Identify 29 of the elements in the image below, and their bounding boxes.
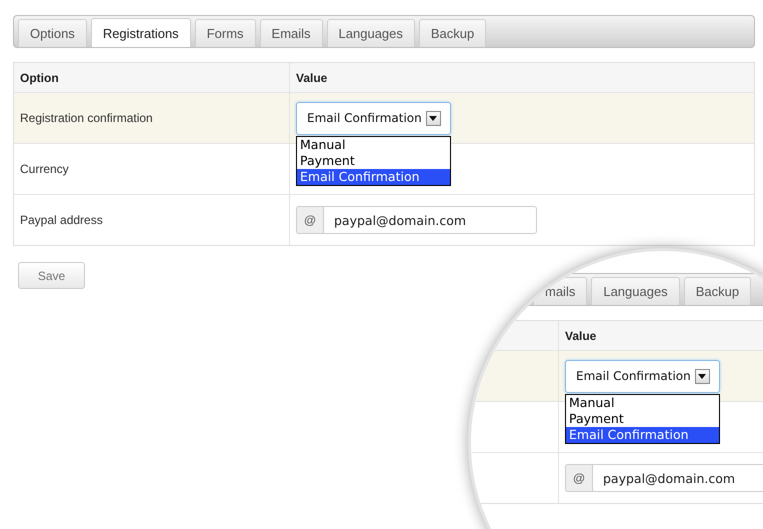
caret-icon (426, 110, 441, 126)
input-field[interactable]: paypal@domain.com (592, 464, 763, 492)
option-label: Paypal address (20, 213, 103, 227)
option-label: Currency (20, 162, 69, 176)
dropdown-option[interactable]: Email Confirmation (297, 168, 450, 184)
tab[interactable]: Options (18, 19, 87, 47)
column-header: Value (295, 70, 328, 86)
dropdown-option[interactable]: Email Confirmation (566, 426, 719, 442)
tab[interactable]: mails (533, 277, 588, 305)
tab[interactable]: Languages (591, 277, 680, 305)
dropdown-option[interactable]: Payment (566, 410, 719, 426)
input-addon: @ (565, 464, 592, 492)
dropdown-select[interactable]: Email Confirmation (296, 102, 451, 134)
dropdown-option[interactable]: Manual (566, 394, 719, 410)
option-label: Registration confirmation (20, 111, 153, 125)
column-header: Value (564, 328, 598, 344)
tab[interactable]: Registrations (90, 18, 191, 47)
tab[interactable]: Backup (684, 277, 752, 305)
tab[interactable]: Forms (194, 19, 256, 47)
tab[interactable]: Languages (326, 19, 415, 47)
caret-icon (694, 368, 710, 384)
save-button[interactable]: Save (18, 262, 85, 289)
tab[interactable]: Backup (418, 19, 486, 47)
dropdown-option[interactable]: Manual (297, 136, 450, 152)
dropdown-option[interactable]: Payment (297, 152, 450, 168)
input-addon: @ (296, 206, 323, 234)
input-field[interactable]: paypal@domain.com (323, 206, 537, 234)
tab[interactable]: Emails (260, 19, 323, 47)
dropdown-select[interactable]: Email Confirmation (565, 360, 720, 392)
